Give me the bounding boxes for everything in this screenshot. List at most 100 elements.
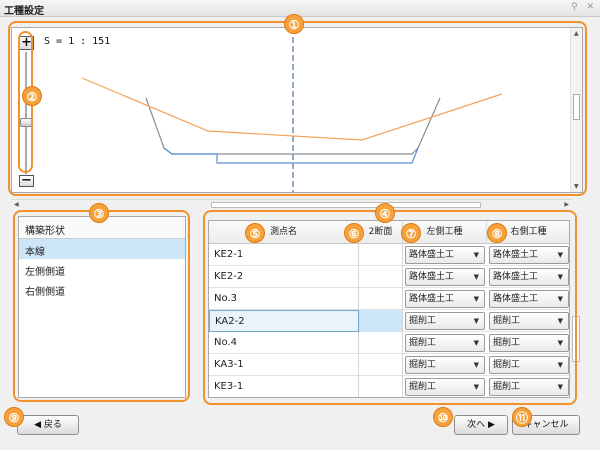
- two-section-cell[interactable]: [359, 310, 403, 332]
- dropdown-value: 掘削工: [493, 338, 521, 348]
- pin-icon[interactable]: ⚲: [571, 2, 578, 12]
- dropdown-value: 掘削工: [409, 338, 437, 348]
- dropdown-value: 掘削工: [409, 382, 437, 392]
- scale-label: S = 1 : 151: [44, 36, 111, 47]
- station-name-cell[interactable]: KA3-1: [209, 354, 359, 376]
- right-work-type-dropdown[interactable]: 路体盛土工 ▼: [489, 246, 569, 264]
- two-section-cell[interactable]: [359, 288, 403, 310]
- window-title: 工種設定: [4, 6, 44, 17]
- two-section-cell[interactable]: [359, 376, 403, 397]
- chevron-down-icon: ▼: [473, 273, 479, 281]
- shape-item-main[interactable]: 本線: [19, 239, 185, 259]
- left-work-type-dropdown[interactable]: 掘削工 ▼: [405, 334, 485, 352]
- chevron-down-icon: ▼: [557, 361, 563, 369]
- annotation-marker-8: ⑧: [487, 223, 507, 243]
- next-button[interactable]: 次へ ▶: [454, 415, 508, 435]
- cross-section-preview[interactable]: + − S = 1 : 151 ▲ ▼: [11, 27, 583, 193]
- annotation-marker-5: ⑤: [245, 223, 265, 243]
- scroll-thumb[interactable]: [573, 94, 580, 120]
- scroll-left-icon[interactable]: ◀: [14, 201, 19, 208]
- bottom-line: [163, 147, 419, 164]
- annotation-marker-9: ⑨: [4, 407, 24, 427]
- station-name-cell[interactable]: No.4: [209, 332, 359, 354]
- station-grid: 測点名 2断面 左側工種 右側工種 KE2-1 路体盛土工 ▼ 路体盛土工 ▼ KE2-2…: [208, 220, 570, 398]
- back-button[interactable]: ◀ 戻る: [17, 415, 79, 435]
- annotation-marker-6: ⑥: [344, 223, 364, 243]
- left-work-type-dropdown[interactable]: 路体盛土工 ▼: [405, 290, 485, 308]
- preview-vertical-scrollbar[interactable]: ▲ ▼: [570, 28, 582, 192]
- table-row[interactable]: KE2-2 路体盛土工 ▼ 路体盛土工 ▼: [209, 266, 569, 288]
- cross-section-drawing: [81, 28, 503, 192]
- two-section-cell[interactable]: [359, 354, 403, 376]
- table-row[interactable]: KE2-1 路体盛土工 ▼ 路体盛土工 ▼: [209, 244, 569, 266]
- dropdown-value: 掘削工: [409, 316, 437, 326]
- annotation-marker-7: ⑦: [401, 223, 421, 243]
- close-icon[interactable]: ✕: [586, 2, 594, 12]
- dropdown-value: 路体盛土工: [493, 250, 539, 260]
- table-row[interactable]: No.3 路体盛土工 ▼ 路体盛土工 ▼: [209, 288, 569, 310]
- dropdown-value: 路体盛土工: [409, 250, 455, 260]
- left-work-type-dropdown[interactable]: 掘削工 ▼: [405, 378, 485, 396]
- grid-scrollbar-thumb[interactable]: [572, 316, 580, 362]
- shape-item-left-side-road[interactable]: 左側側道: [19, 259, 185, 279]
- chevron-down-icon: ▼: [557, 383, 563, 391]
- scroll-right-icon[interactable]: ▶: [564, 201, 569, 208]
- table-row[interactable]: KA3-1 掘削工 ▼ 掘削工 ▼: [209, 354, 569, 376]
- shape-item-right-side-road[interactable]: 右側側道: [19, 279, 185, 299]
- chevron-down-icon: ▼: [473, 295, 479, 303]
- zoom-slider-track[interactable]: [25, 52, 27, 174]
- dropdown-value: 路体盛土工: [493, 272, 539, 282]
- zoom-slider-thumb[interactable]: [20, 118, 32, 127]
- left-work-type-dropdown[interactable]: 掘削工 ▼: [405, 312, 485, 330]
- chevron-down-icon: ▼: [473, 339, 479, 347]
- left-work-type-dropdown[interactable]: 掘削工 ▼: [405, 356, 485, 374]
- chevron-down-icon: ▼: [473, 383, 479, 391]
- design-line: [81, 77, 503, 141]
- annotation-marker-3: ③: [89, 203, 109, 223]
- station-name-cell[interactable]: KA2-2: [209, 310, 359, 332]
- chevron-down-icon: ▼: [557, 273, 563, 281]
- annotation-marker-1: ①: [284, 14, 304, 34]
- table-row[interactable]: KE3-1 掘削工 ▼ 掘削工 ▼: [209, 376, 569, 397]
- station-name-cell[interactable]: KE2-2: [209, 266, 359, 288]
- right-work-type-dropdown[interactable]: 掘削工 ▼: [489, 356, 569, 374]
- station-name-cell[interactable]: No.3: [209, 288, 359, 310]
- table-row[interactable]: KA2-2 掘削工 ▼ 掘削工 ▼: [209, 310, 569, 332]
- title-bar: 工種設定 ⚲ ✕: [0, 0, 600, 17]
- shape-list: 構築形状 本線 左側側道 右側側道: [18, 216, 186, 398]
- annotation-marker-10: ⑩: [433, 407, 453, 427]
- scroll-up-icon[interactable]: ▲: [574, 30, 579, 37]
- left-work-type-dropdown[interactable]: 路体盛土工 ▼: [405, 268, 485, 286]
- right-work-type-dropdown[interactable]: 掘削工 ▼: [489, 334, 569, 352]
- scroll-down-icon[interactable]: ▼: [574, 183, 579, 190]
- annotation-marker-4: ④: [375, 203, 395, 223]
- zoom-in-button[interactable]: +: [19, 36, 34, 50]
- scroll-thumb[interactable]: [211, 202, 481, 208]
- dropdown-value: 掘削工: [493, 360, 521, 370]
- chevron-down-icon: ▼: [557, 295, 563, 303]
- header-station-name[interactable]: 測点名: [209, 221, 359, 244]
- dropdown-value: 路体盛土工: [409, 294, 455, 304]
- chevron-down-icon: ▼: [557, 251, 563, 259]
- dropdown-value: 路体盛土工: [409, 272, 455, 282]
- chevron-down-icon: ▼: [473, 361, 479, 369]
- right-work-type-dropdown[interactable]: 路体盛土工 ▼: [489, 290, 569, 308]
- chevron-down-icon: ▼: [557, 339, 563, 347]
- header-two-sections[interactable]: 2断面: [359, 221, 403, 244]
- right-work-type-dropdown[interactable]: 路体盛土工 ▼: [489, 268, 569, 286]
- station-name-cell[interactable]: KE2-1: [209, 244, 359, 266]
- right-work-type-dropdown[interactable]: 掘削工 ▼: [489, 378, 569, 396]
- two-section-cell[interactable]: [359, 244, 403, 266]
- zoom-out-button[interactable]: −: [19, 174, 34, 187]
- two-section-cell[interactable]: [359, 332, 403, 354]
- chevron-down-icon: ▼: [473, 317, 479, 325]
- two-section-cell[interactable]: [359, 266, 403, 288]
- table-row[interactable]: No.4 掘削工 ▼ 掘削工 ▼: [209, 332, 569, 354]
- annotation-marker-11: ⑪: [512, 407, 532, 427]
- dropdown-value: 掘削工: [493, 316, 521, 326]
- right-work-type-dropdown[interactable]: 掘削工 ▼: [489, 312, 569, 330]
- station-name-cell[interactable]: KE3-1: [209, 376, 359, 397]
- chevron-down-icon: ▼: [557, 317, 563, 325]
- left-work-type-dropdown[interactable]: 路体盛土工 ▼: [405, 246, 485, 264]
- dropdown-value: 路体盛土工: [493, 294, 539, 304]
